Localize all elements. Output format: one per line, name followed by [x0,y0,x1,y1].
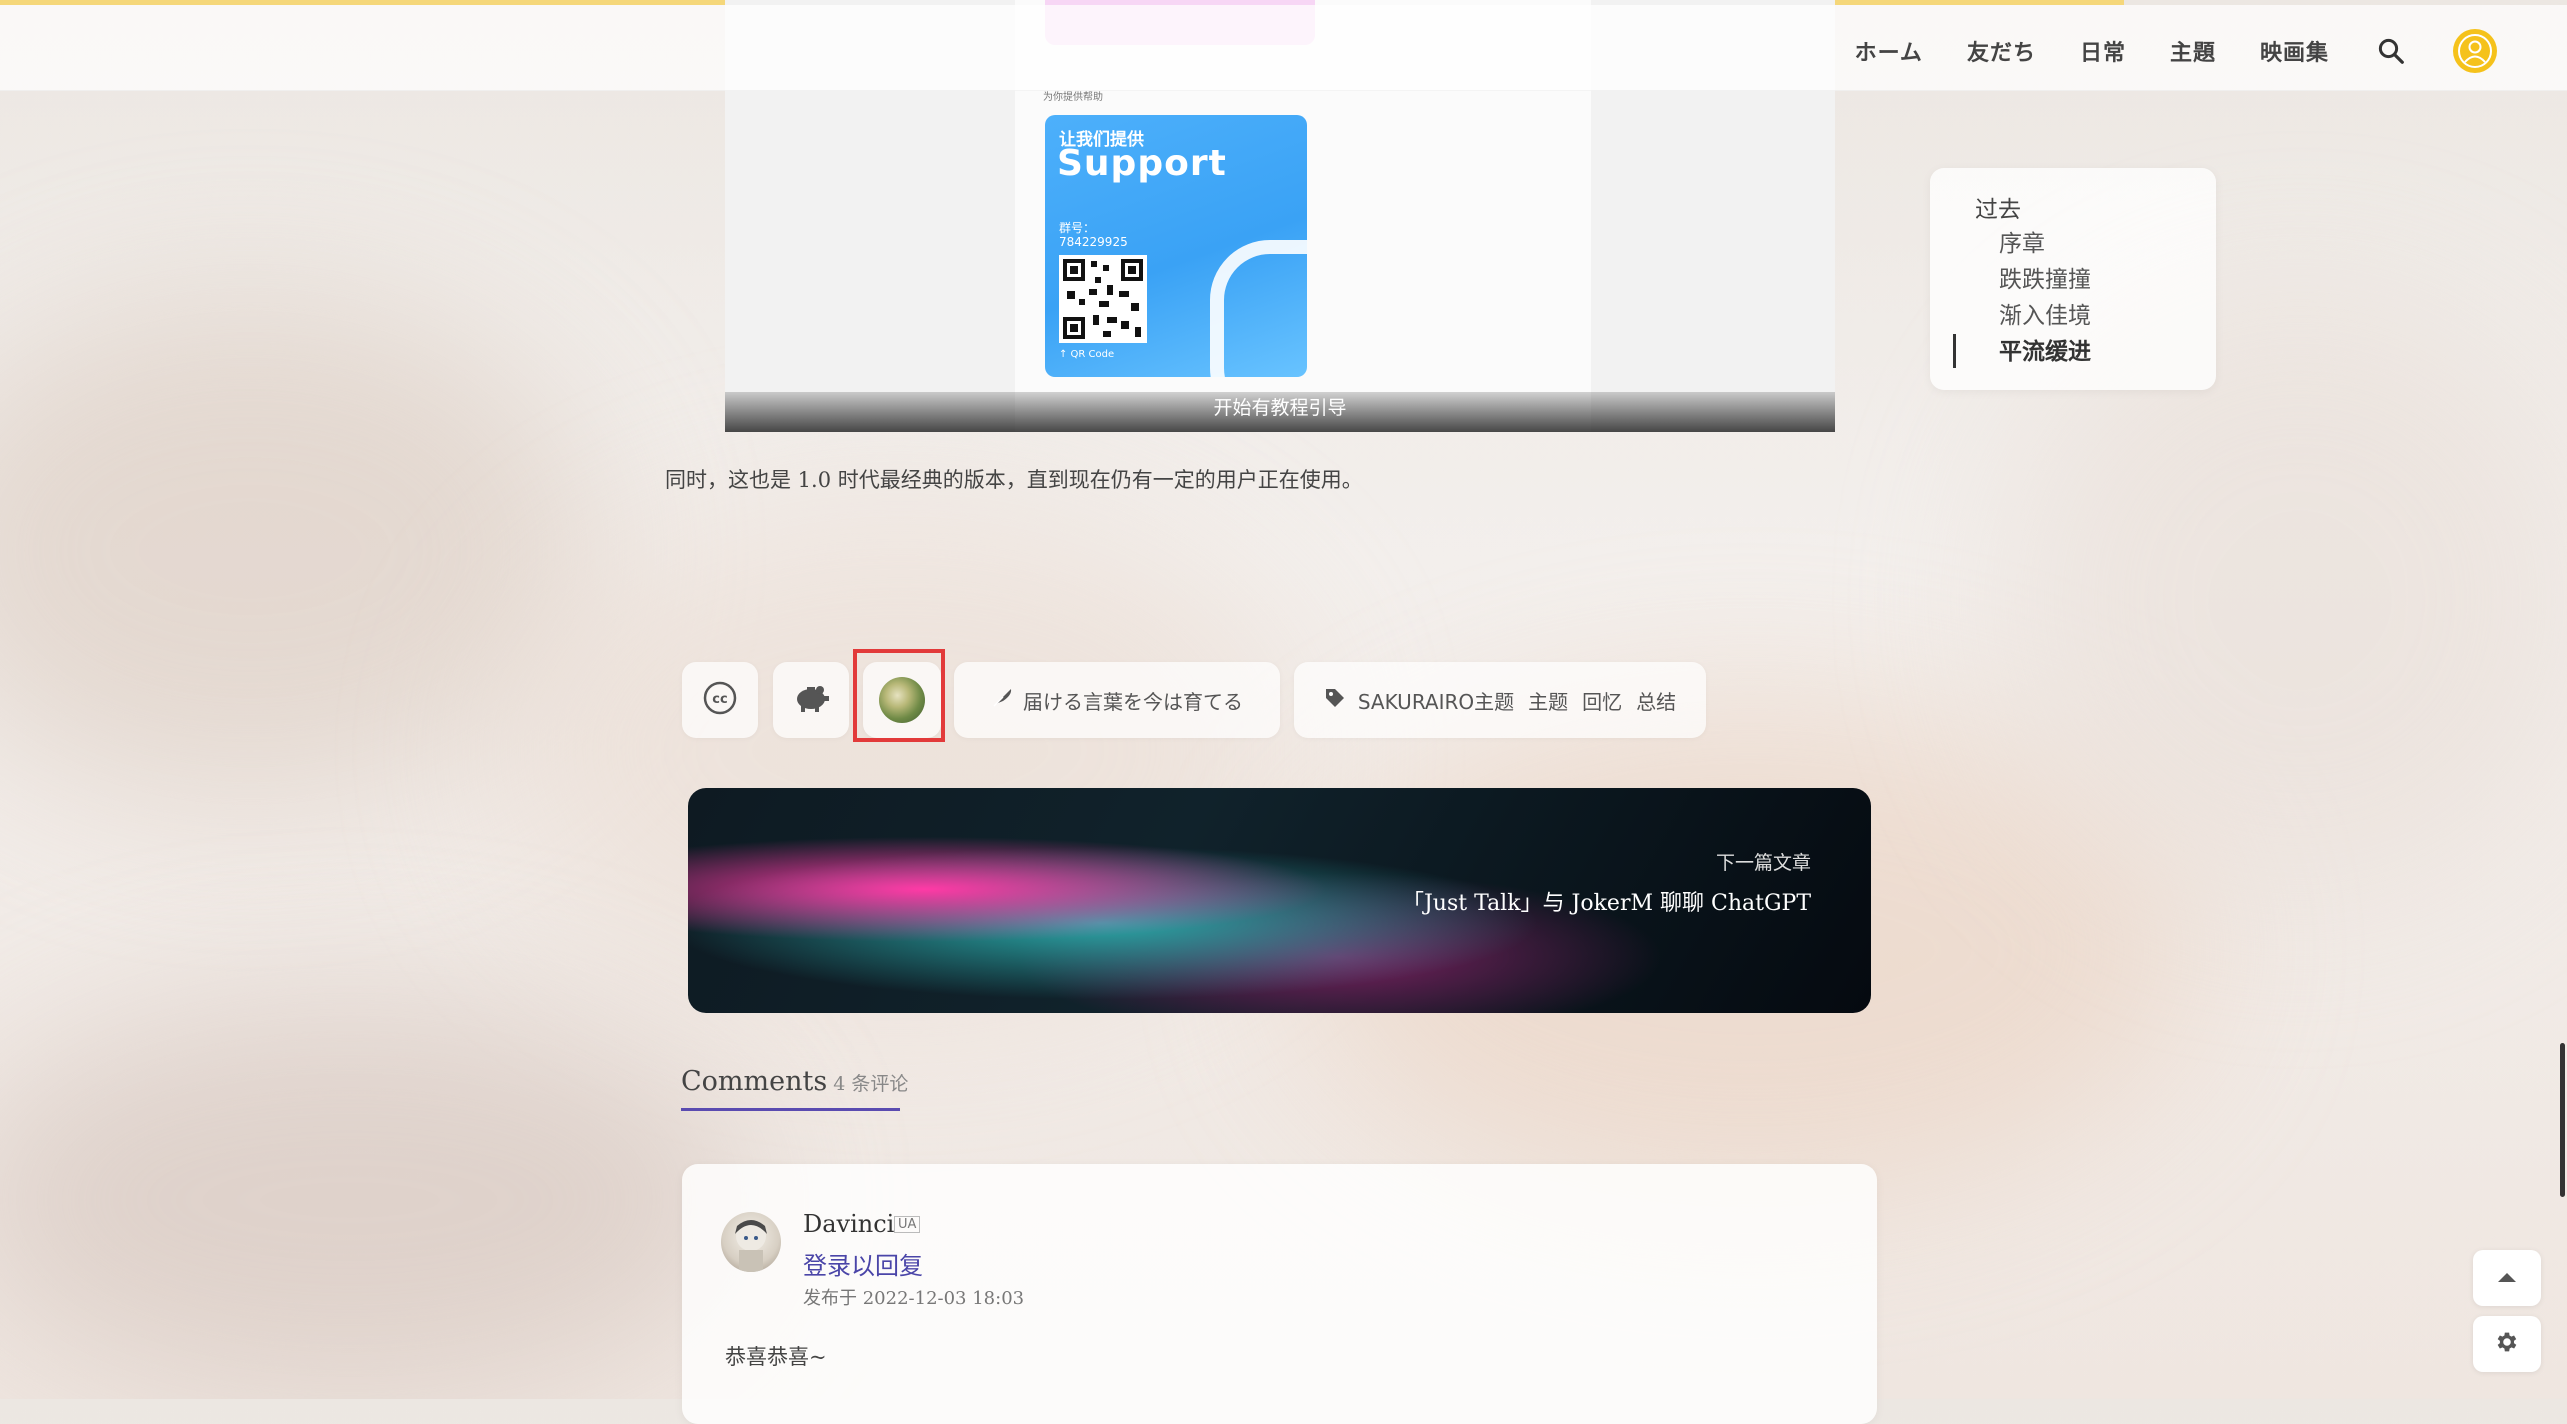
search-icon[interactable] [2373,33,2409,69]
tag-link[interactable]: 总结 [1636,686,1676,715]
tag-link[interactable]: SAKURAIRO主题 [1358,686,1514,715]
piggy-bank-icon [792,682,830,718]
image-caption: 开始有教程引导 [725,392,1835,432]
feather-icon [991,687,1013,713]
site-header: ホーム 友だち 日常 主題 映画集 [0,5,2567,91]
nav-home[interactable]: ホーム [1855,35,1923,67]
nav-movies[interactable]: 映画集 [2260,35,2329,67]
tags-pill: SAKURAIRO主题 主题 回忆 总结 [1294,662,1706,738]
decorative-loop [1210,240,1307,377]
toc-root-item[interactable]: 过去 [1975,190,2021,224]
support-line2: Support [1057,143,1227,184]
settings-button[interactable] [2473,1316,2541,1372]
next-post-label: 下一篇文章 [1715,852,1811,874]
comment-timestamp: 发布于 2022-12-03 18:03 [803,1288,1025,1309]
qr-label: ↑ QR Code [1059,349,1115,360]
nav-daily[interactable]: 日常 [2080,35,2126,67]
donate-button[interactable] [773,662,849,738]
back-to-top-button[interactable] [2473,1250,2541,1306]
group-label: 群号： [1059,221,1096,235]
tag-icon [1324,687,1346,713]
highlight-box [853,649,945,742]
commenter-avatar [721,1212,781,1272]
creative-commons-icon: cc [702,680,738,720]
comments-title: Comments [681,1066,828,1097]
nav-themes[interactable]: 主題 [2170,35,2216,67]
commenter-name[interactable]: Davinci [803,1210,894,1238]
next-post-card[interactable]: 下一篇文章 「Just Talk」与 JokerM 聊聊 ChatGPT [688,788,1871,1013]
toc-item[interactable]: 跌跌撞撞 [1999,262,2091,298]
toc-item[interactable]: 渐入佳境 [1999,298,2091,334]
nav-friends[interactable]: 友だち [1967,35,2036,67]
main-nav: ホーム 友だち 日常 主題 映画集 [1855,29,2497,73]
gear-icon [2494,1329,2520,1359]
article-paragraph: 同时，这也是 1.0 时代最经典的版本，直到现在仍有一定的用户正在使用。 [665,468,1363,492]
comments-underline [681,1108,900,1111]
table-of-contents: 过去 序章 跌跌撞撞 渐入佳境 平流缓进 [1930,168,2216,390]
support-card: 让我们提供 Support 群号： 784229925 ↑ QR Code [1045,115,1307,377]
commenter-badge: UA [894,1216,921,1233]
comments-heading: Comments 4 条评论 [681,1066,908,1097]
chevron-up-icon [2496,1269,2518,1288]
group-number: 784229925 [1059,235,1128,249]
toc-item[interactable]: 序章 [1999,226,2091,262]
qr-code-icon [1059,255,1147,343]
scrollbar-thumb[interactable] [2560,1043,2565,1197]
license-button[interactable]: cc [682,662,758,738]
quote-text: 届ける言葉を今は育てる [1023,689,1243,714]
comment-item: Davinci UA 登录以回复 发布于 2022-12-03 18:03 恭喜… [682,1164,1877,1424]
svg-text:cc: cc [712,692,727,707]
comments-count: 4 条评论 [833,1073,909,1095]
quote-pill: 届ける言葉を今は育てる [954,662,1280,738]
toc-item-active[interactable]: 平流缓进 [1999,334,2091,370]
toc-active-marker [1953,334,1956,368]
login-to-reply-link[interactable]: 登录以回复 [803,1246,923,1281]
tag-link[interactable]: 主题 [1528,686,1568,715]
user-avatar-icon[interactable] [2453,29,2497,73]
tag-link[interactable]: 回忆 [1582,686,1622,715]
comment-body: 恭喜恭喜~ [725,1345,827,1369]
next-post-title[interactable]: 「Just Talk」与 JokerM 聊聊 ChatGPT [1402,885,1811,917]
